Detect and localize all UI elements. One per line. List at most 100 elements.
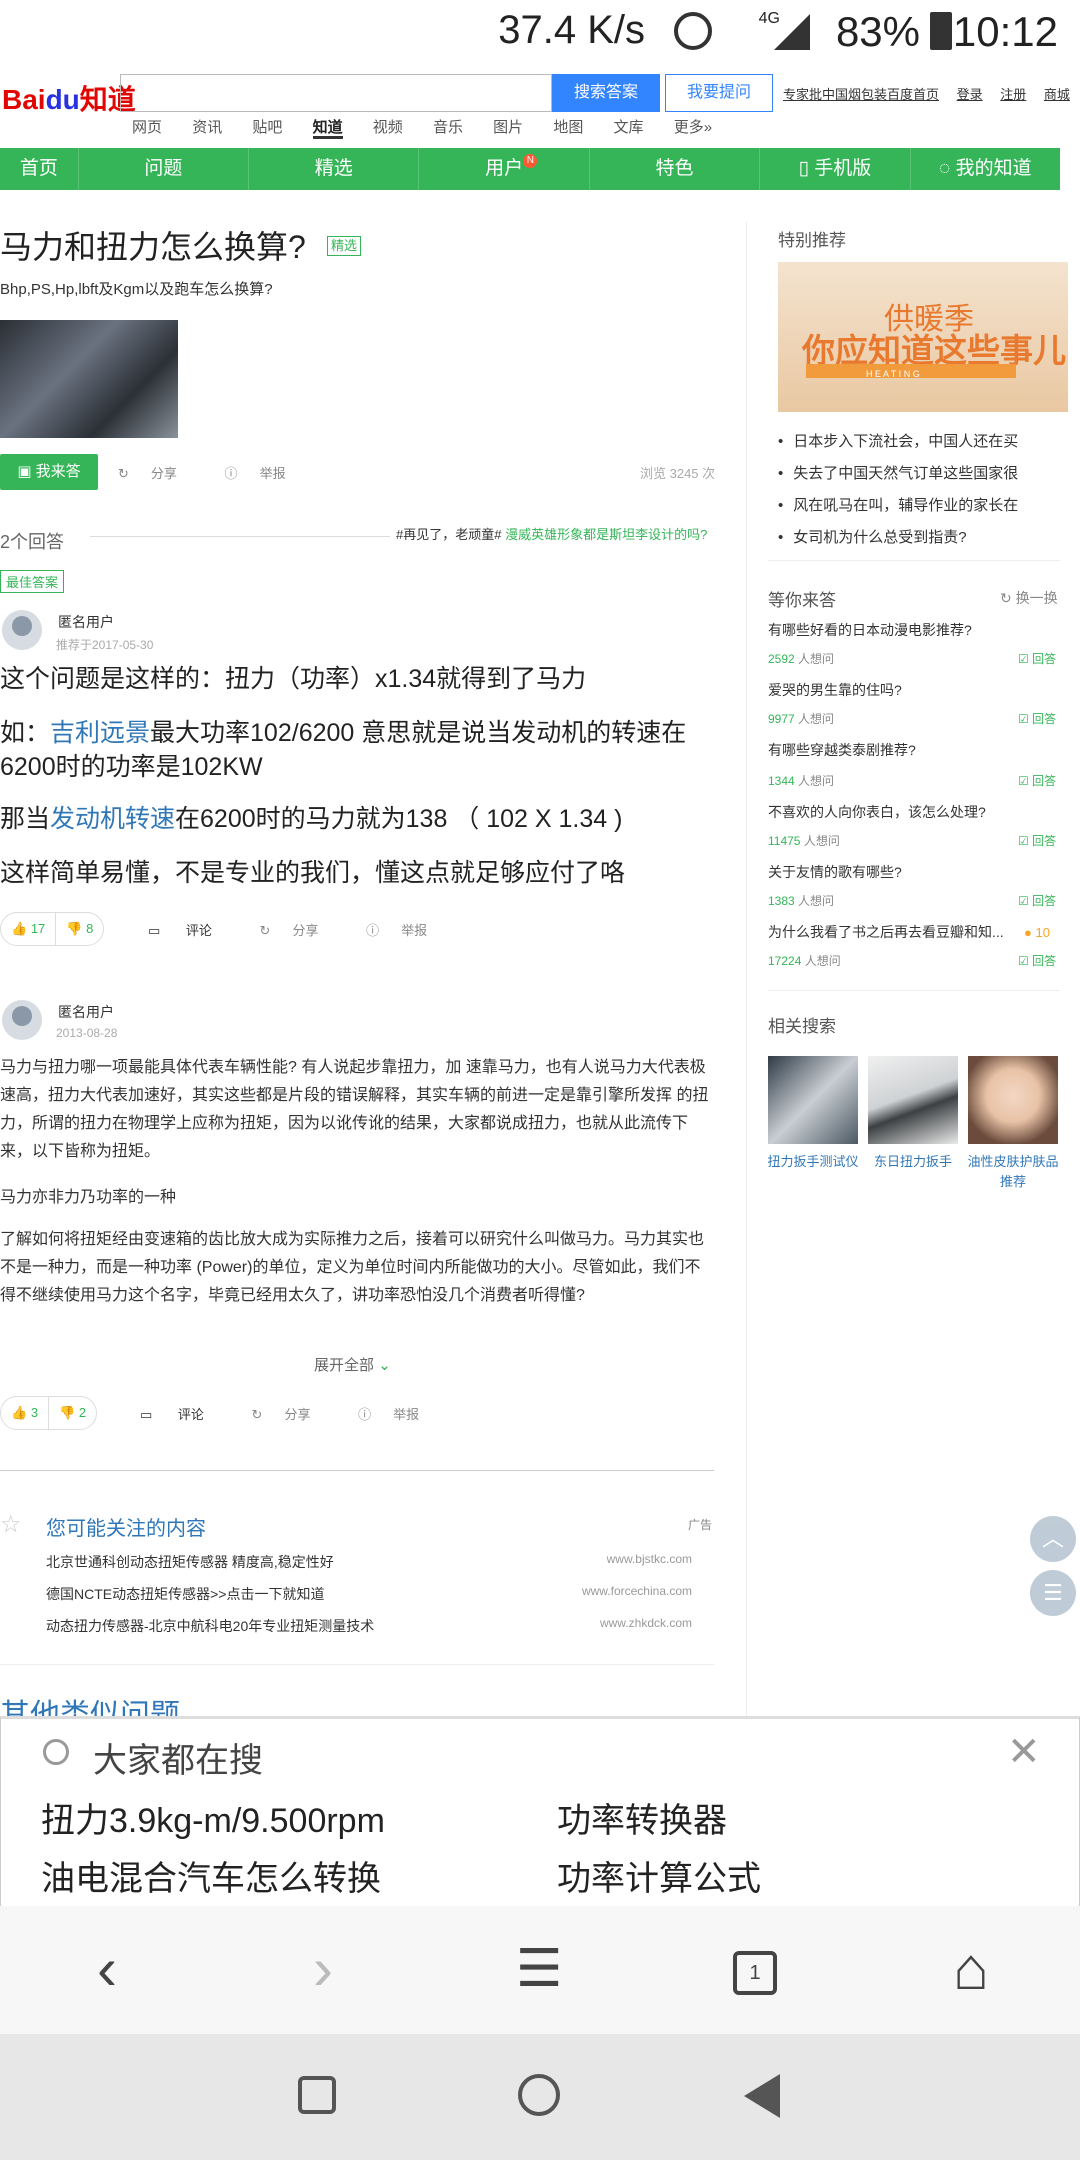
question-share[interactable]: ↻ 分享: [118, 466, 199, 481]
status-bar: 37.4 K/s 4G 83% 10:12: [0, 0, 1080, 66]
answer1-paragraph: 那当发动机转速在6200时的马力就为138 （ 102 X 1.34 ): [0, 805, 623, 833]
avatar: [2, 1000, 42, 1040]
nav-my-zhidao[interactable]: ◌ 我的知道: [911, 148, 1060, 190]
header-link-homepage[interactable]: 专家批中国烟包装百度首页: [783, 87, 939, 102]
report-button[interactable]: ⓘ 举报: [366, 923, 449, 938]
upvote-button[interactable]: 👍 3: [1, 1397, 48, 1429]
forward-button[interactable]: ›: [288, 1934, 358, 2004]
featured-item[interactable]: 女司机为什么总受到指责?: [778, 526, 966, 547]
nav-home[interactable]: 首页: [0, 148, 79, 190]
share-button[interactable]: ↻ 分享: [260, 923, 341, 938]
answer-link[interactable]: ☑ 回答: [1018, 952, 1056, 969]
home-circle-icon[interactable]: [518, 2074, 560, 2116]
wait-question[interactable]: 有哪些穿越类泰剧推荐?: [768, 740, 916, 760]
related-caption[interactable]: 油性皮肤护肤品推荐: [965, 1152, 1061, 1192]
search-input[interactable]: [120, 74, 552, 112]
ad-row[interactable]: 德国NCTE动态扭矩传感器>>点击一下就知道 www.forcechina.co…: [46, 1584, 712, 1604]
back-button[interactable]: ‹: [72, 1934, 142, 2004]
menu-button[interactable]: ☰: [504, 1934, 574, 2004]
answer-link[interactable]: ☑ 回答: [1018, 650, 1056, 667]
comment-button[interactable]: ▭ 评论: [148, 923, 234, 938]
nav-mobile[interactable]: ▯ 手机版: [760, 148, 911, 190]
hot-topic[interactable]: #再见了，老顽童# 漫威英雄形象都是斯坦李设计的吗?: [396, 524, 707, 543]
home-button[interactable]: ⌂: [936, 1934, 1006, 2004]
subnav-tieba[interactable]: 贴吧: [252, 119, 282, 136]
subnav-more[interactable]: 更多»: [674, 119, 712, 136]
answer-button[interactable]: ▣ 我来答: [0, 454, 98, 490]
search-suggestion-panel: 大家都在搜 ✕ 扭力3.9kg-m/9.500rpm 功率转换器 油电混合汽车怎…: [0, 1716, 1080, 1910]
featured-item[interactable]: 日本步入下流社会，中国人还在买: [778, 430, 1018, 451]
hot-topic-link[interactable]: 漫威英雄形象都是斯坦李设计的吗?: [505, 527, 707, 542]
suggest-item[interactable]: 功率转换器: [557, 1793, 727, 1842]
sidebar-ad-banner[interactable]: 供暖季 你应知道这些事儿 H E A T I N G: [778, 262, 1068, 412]
subnav-zhidao[interactable]: 知道: [312, 119, 343, 139]
related-image[interactable]: [868, 1056, 958, 1144]
header-link-register[interactable]: 注册: [1000, 87, 1026, 102]
nav-featured[interactable]: 精选: [249, 148, 420, 190]
back-triangle-icon[interactable]: [744, 2074, 780, 2118]
wait-question[interactable]: 有哪些好看的日本动漫电影推荐?: [768, 620, 972, 640]
suggest-item[interactable]: 扭力3.9kg-m/9.500rpm: [41, 1793, 385, 1842]
main-nav: 首页 问题 精选 用户 N 特色 ▯ 手机版 ◌ 我的知道: [0, 148, 1060, 190]
battery-icon: [930, 12, 952, 50]
ad-row[interactable]: 北京世通科创动态扭矩传感器 精度高,稳定性好 www.bjstkc.com: [46, 1552, 712, 1572]
subnav-news[interactable]: 资讯: [192, 119, 222, 136]
header-link-login[interactable]: 登录: [957, 87, 983, 102]
suggest-item[interactable]: 功率计算公式: [557, 1851, 761, 1900]
question-report[interactable]: ⓘ 举报: [225, 466, 308, 481]
nav-special[interactable]: 特色: [590, 148, 761, 190]
related-image[interactable]: [768, 1056, 858, 1144]
close-icon[interactable]: ✕: [1007, 1729, 1041, 1775]
related-image[interactable]: [968, 1056, 1058, 1144]
comment-button[interactable]: ▭ 评论: [140, 1407, 226, 1422]
scroll-top-button[interactable]: ︿: [1030, 1516, 1076, 1562]
wait-question[interactable]: 爱哭的男生靠的住吗?: [768, 680, 902, 700]
expand-all-button[interactable]: 展开全部 ⌄: [314, 1354, 391, 1375]
ad-row[interactable]: 动态扭力传感器-北京中航科电20年专业扭矩测量技术 www.zhkdck.com: [46, 1616, 712, 1636]
baidu-zhidao-logo[interactable]: Baidu知道: [2, 78, 136, 118]
nav-users[interactable]: 用户 N: [419, 148, 590, 190]
nav-questions[interactable]: 问题: [79, 148, 250, 190]
nav-mobile-label: 手机版: [814, 158, 872, 179]
tabs-button[interactable]: 1: [720, 1934, 790, 2004]
wait-count: 2592 人想问: [768, 652, 835, 666]
subnav-music[interactable]: 音乐: [433, 119, 463, 136]
answer-link[interactable]: ☑ 回答: [1018, 772, 1056, 789]
answer-link[interactable]: ☑ 回答: [1018, 832, 1056, 849]
upvote-button[interactable]: 👍 17: [1, 913, 55, 945]
related-caption[interactable]: 扭力扳手测试仪: [765, 1152, 861, 1172]
engine-image[interactable]: [0, 320, 178, 438]
thumbs-down-icon: 👎: [59, 1405, 79, 1420]
header-link-mall[interactable]: 商城: [1044, 87, 1070, 102]
comment-icon: ▭: [148, 923, 164, 938]
search-answer-button[interactable]: 搜索答案: [552, 74, 660, 112]
geely-link[interactable]: 吉利远景: [50, 719, 150, 747]
answer-link[interactable]: ☑ 回答: [1018, 710, 1056, 727]
recents-icon[interactable]: [298, 2076, 336, 2114]
report-icon: ⓘ: [358, 1407, 372, 1422]
share-button[interactable]: ↻ 分享: [252, 1407, 333, 1422]
report-button[interactable]: ⓘ 举报: [358, 1407, 441, 1422]
subnav-map[interactable]: 地图: [553, 119, 583, 136]
refresh-button[interactable]: ↻ 换一换: [1000, 588, 1058, 608]
wait-question[interactable]: 为什么我看了书之后再去看豆瓣和知...: [768, 922, 1004, 942]
featured-item[interactable]: 风在吼马在叫，辅导作业的家长在: [778, 494, 1018, 515]
subnav-video[interactable]: 视频: [373, 119, 403, 136]
answer1-user: 匿名用户: [58, 614, 114, 630]
engine-speed-link[interactable]: 发动机转速: [50, 805, 175, 833]
answer2-date: 2013-08-28: [56, 1026, 118, 1040]
subnav-web[interactable]: 网页: [132, 119, 162, 136]
ask-question-button[interactable]: 我要提问: [665, 74, 773, 112]
related-caption[interactable]: 东日扭力扳手: [865, 1152, 961, 1172]
suggest-title: 大家都在搜: [93, 1742, 263, 1780]
downvote-button[interactable]: 👎 8: [55, 913, 103, 945]
subnav-images[interactable]: 图片: [493, 119, 523, 136]
subnav-wenku[interactable]: 文库: [614, 119, 644, 136]
answer-link[interactable]: ☑ 回答: [1018, 892, 1056, 909]
wait-question[interactable]: 关于友情的歌有哪些?: [768, 862, 902, 882]
wait-question[interactable]: 不喜欢的人向你表白，该怎么处理?: [768, 802, 986, 822]
suggest-item[interactable]: 油电混合汽车怎么转换: [41, 1851, 381, 1900]
feedback-button[interactable]: ☰: [1030, 1570, 1076, 1616]
featured-item[interactable]: 失去了中国天然气订单这些国家很: [778, 462, 1018, 483]
downvote-button[interactable]: 👎 2: [48, 1397, 96, 1429]
